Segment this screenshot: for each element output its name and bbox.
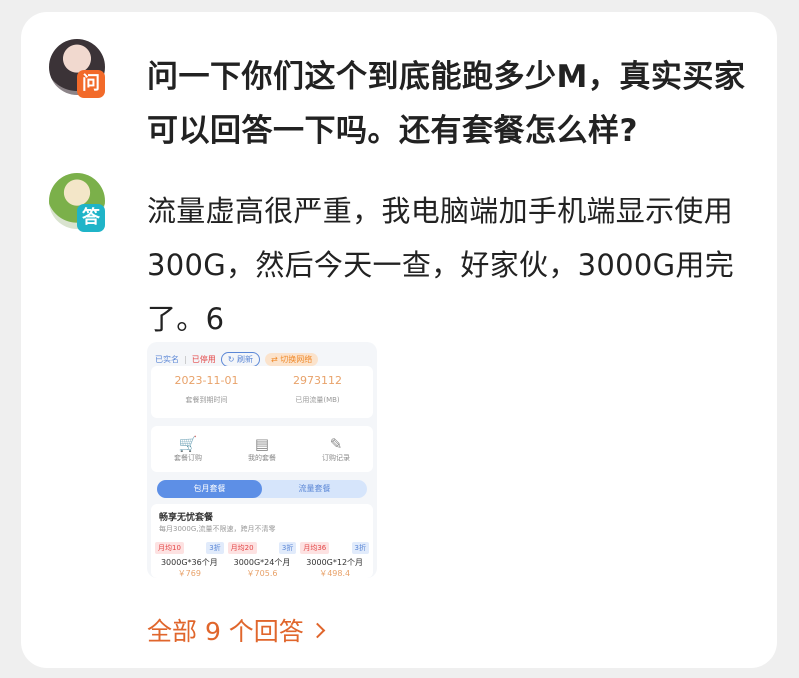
stopped-status: 已停用 [191,354,216,364]
my-package-label: 我的套餐 [248,454,276,462]
verified-status: 已实名 [155,354,179,364]
refresh-label: 刷新 [236,354,253,364]
refresh-pill: ↻ 刷新 [220,351,260,367]
qa-card: 问 问一下你们这个到底能跑多少M，真实买家可以回答一下吗。还有套餐怎么样? 答 … [21,12,777,668]
switch-icon: ⇄ [270,354,278,364]
all-answers-link[interactable]: 全部 9 个回答 [147,612,326,648]
offer-discount-tag: 3折 [206,542,224,554]
my-package-item: ▤ 我的套餐 [248,435,276,463]
offer-monthly-tag: 月均20 [227,542,257,554]
status-separator: | [184,354,187,364]
offer-price: ￥705.6 [246,569,278,578]
tab-traffic: 流量套餐 [298,484,331,493]
offer-card: 月均20 3折 3000G*24个月 ￥705.6 [227,542,297,578]
package-title: 畅享无忧套餐 [159,513,214,523]
shot-icon-row: 🛒 套餐订购 ▤ 我的套餐 ✎ 订购记录 [151,426,373,472]
answer-text[interactable]: 流量虚高很严重，我电脑端加手机端显示使用 300G，然后今天一查，好家伙，300… [147,184,757,346]
offer-card: 月均10 3折 3000G*36个月 ￥769 [155,542,224,578]
offer-price: ￥769 [177,569,201,578]
shot-tabs: 包月套餐 流量套餐 [157,480,367,498]
order-package-item: 🛒 套餐订购 [174,435,202,463]
offer-card: 月均36 3折 3000G*12个月 ￥498.4 [300,542,370,578]
question-badge: 问 [77,70,105,98]
offer-monthly-tag: 月均36 [300,542,330,554]
offer-monthly-tag: 月均10 [155,542,184,554]
expiry-value: 2023-11-01 [174,374,239,387]
offer-list: 月均10 3折 3000G*36个月 ￥769 月均20 3折 3000G*24个月… [155,542,370,578]
all-answers-label: 全部 9 个回答 [147,617,304,646]
offer-discount-tag: 3折 [278,542,297,554]
shot-package: 畅享无忧套餐 每月3000G,流量不限速，跨月不清零 月均10 3折 3000G*… [151,504,373,578]
package-subtitle: 每月3000G,流量不限速，跨月不清零 [159,525,276,533]
refresh-icon: ↻ [227,354,235,364]
offer-price: ￥498.4 [319,569,351,578]
order-record-item: ✎ 订购记录 [322,435,350,463]
document-icon: ▤ [254,435,270,453]
switch-network-pill: ⇄ 切换网络 [264,352,319,366]
offer-name: 3000G*36个月 [160,558,218,567]
usage-stat: 2973112 已用流量(MB) [262,374,373,405]
shot-stats: 2023-11-01 套餐到期时间 2973112 已用流量(MB) [151,366,373,418]
offer-name: 3000G*12个月 [306,558,364,567]
question-text[interactable]: 问一下你们这个到底能跑多少M，真实买家可以回答一下吗。还有套餐怎么样? [147,50,757,158]
order-record-label: 订购记录 [322,454,350,462]
cart-icon: 🛒 [178,435,198,453]
switch-network-label: 切换网络 [280,354,313,364]
order-package-label: 套餐订购 [174,454,202,462]
usage-label: 已用流量(MB) [295,396,340,404]
tab-monthly: 包月套餐 [157,480,262,498]
offer-discount-tag: 3折 [351,542,370,554]
offer-name: 3000G*24个月 [233,558,291,567]
edit-icon: ✎ [329,435,343,453]
chevron-right-icon [309,622,326,638]
expiry-label: 套餐到期时间 [185,396,228,404]
expiry-stat: 2023-11-01 套餐到期时间 [151,374,262,405]
usage-value: 2973112 [293,374,342,387]
answer-badge: 答 [77,204,105,232]
answer-image[interactable]: 已实名 | 已停用 ↻ 刷新 ⇄ 切换网络 2023-11-01 套餐到期时间 … [147,342,377,578]
